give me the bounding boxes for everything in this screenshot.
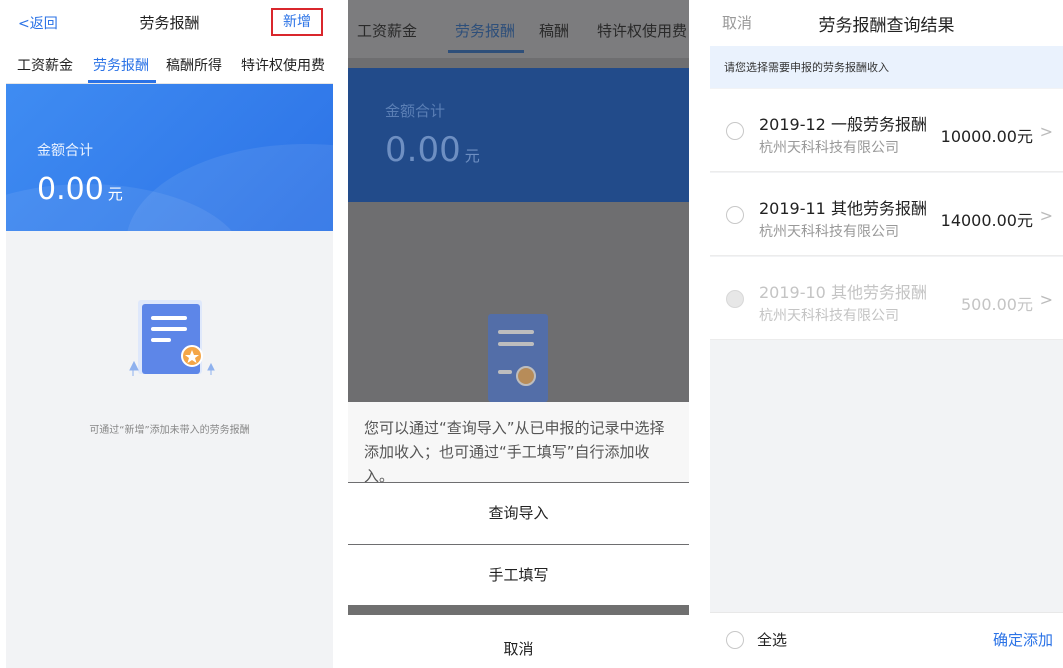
screen-labor-remuneration: <返回 劳务报酬 新增 工资薪金 劳务报酬 稿酬所得 特许权使用费 金额合计 0…	[6, 0, 333, 668]
screen-query-results: 取消 劳务报酬查询结果 请您选择需要申报的劳务报酬收入 2019-12 一般劳务…	[710, 0, 1063, 668]
income-item-disabled: 2019-10 其他劳务报酬 杭州天科科技有限公司 500.00元 >	[710, 257, 1063, 340]
amount-unit: 元	[107, 185, 123, 203]
footer-bar: 全选 确定添加	[710, 612, 1063, 668]
add-button[interactable]: 新增	[271, 8, 323, 36]
income-item-company: 杭州天科科技有限公司	[759, 308, 899, 324]
chevron-right-icon: >	[1039, 290, 1053, 309]
chevron-right-icon: >	[1039, 206, 1053, 225]
income-item-amount: 14000.00元	[940, 211, 1033, 230]
tab-labor-remuneration[interactable]: 劳务报酬	[93, 55, 149, 75]
selection-tip: 请您选择需要申报的劳务报酬收入	[710, 46, 1063, 88]
select-radio[interactable]	[726, 122, 744, 140]
query-import-button[interactable]: 查询导入	[348, 483, 689, 544]
income-tabs: 工资薪金 劳务报酬 稿酬所得 特许权使用费	[6, 44, 333, 84]
active-tab-indicator	[88, 80, 156, 83]
amount-unit: 元	[464, 147, 480, 165]
amount-number: 0.00	[385, 130, 461, 170]
income-item-amount: 10000.00元	[940, 127, 1033, 146]
sheet-divider	[348, 605, 689, 615]
active-tab-indicator	[448, 50, 524, 53]
tab-salary[interactable]: 工资薪金	[357, 20, 417, 41]
amount-banner: 金额合计 0.00 元	[348, 68, 689, 202]
income-item[interactable]: 2019-11 其他劳务报酬 杭州天科科技有限公司 14000.00元 >	[710, 173, 1063, 256]
cancel-button[interactable]: 取消	[348, 615, 689, 668]
tab-license-fee[interactable]: 特许权使用费	[241, 55, 325, 75]
chevron-right-icon: >	[1039, 122, 1053, 141]
income-tabs: 工资薪金 劳务报酬 稿酬 特许权使用费	[348, 0, 689, 58]
select-radio	[726, 290, 744, 308]
tab-license-fee[interactable]: 特许权使用费	[597, 20, 687, 41]
manual-fill-button[interactable]: 手工填写	[348, 545, 689, 605]
amount-total-label: 金额合计	[385, 102, 446, 120]
amount-number: 0.00	[37, 172, 104, 207]
action-sheet: 您可以通过“查询导入”从已申报的记录中选择添加收入；也可通过“手工填写”自行添加…	[348, 402, 689, 668]
empty-document-icon	[488, 314, 548, 402]
income-item-company: 杭州天科科技有限公司	[759, 224, 899, 240]
amount-total-label: 金额合计	[37, 143, 93, 159]
page-title: 劳务报酬查询结果	[818, 16, 955, 36]
select-all-label[interactable]: 全选	[757, 629, 787, 650]
amount-total-value: 0.00 元	[37, 172, 123, 207]
select-all-radio[interactable]	[726, 631, 744, 649]
income-item-amount: 500.00元	[961, 295, 1033, 314]
amount-total-value: 0.00 元	[385, 130, 480, 170]
tab-royalty[interactable]: 稿酬	[539, 20, 569, 41]
tab-salary[interactable]: 工资薪金	[17, 55, 73, 75]
select-radio[interactable]	[726, 206, 744, 224]
empty-hint-text: 可通过“新增”添加未带入的劳务报酬	[89, 425, 250, 436]
tab-royalty[interactable]: 稿酬所得	[166, 55, 222, 75]
tab-labor-remuneration[interactable]: 劳务报酬	[455, 20, 515, 41]
confirm-add-button[interactable]: 确定添加	[993, 629, 1053, 650]
income-item-name: 2019-11 其他劳务报酬	[759, 199, 927, 218]
action-sheet-message: 您可以通过“查询导入”从已申报的记录中选择添加收入；也可通过“手工填写”自行添加…	[348, 402, 689, 485]
screen-add-income-sheet: 工资薪金 劳务报酬 稿酬 特许权使用费 金额合计 0.00 元 您可以通过“查询导…	[348, 0, 689, 668]
income-item-name: 2019-10 其他劳务报酬	[759, 283, 927, 302]
empty-document-icon	[129, 300, 215, 376]
amount-banner: 金额合计 0.00 元	[6, 84, 333, 231]
nav-bar: 取消 劳务报酬查询结果	[710, 0, 1063, 46]
income-item-company: 杭州天科科技有限公司	[759, 140, 899, 156]
income-item[interactable]: 2019-12 一般劳务报酬 杭州天科科技有限公司 10000.00元 >	[710, 89, 1063, 172]
income-item-name: 2019-12 一般劳务报酬	[759, 115, 927, 134]
nav-bar: <返回 劳务报酬 新增	[6, 0, 333, 44]
